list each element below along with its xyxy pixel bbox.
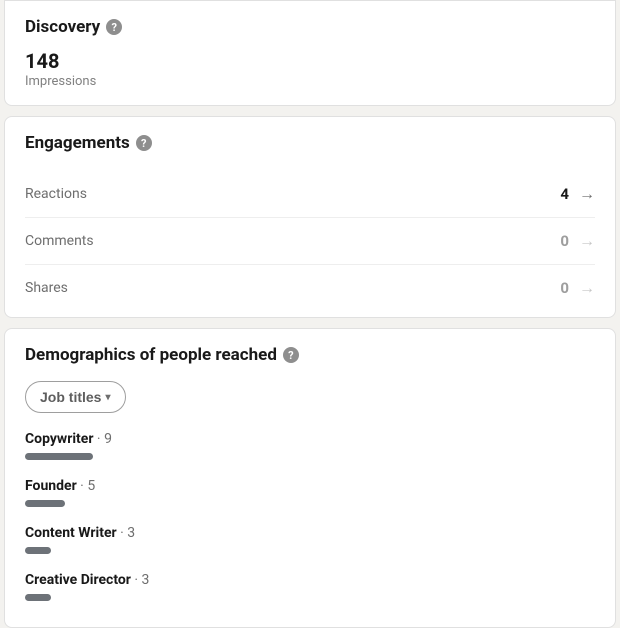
engagement-value: 4 <box>560 185 569 203</box>
demographic-count: 9 <box>104 431 112 447</box>
bar-track <box>25 594 595 601</box>
bar-fill <box>25 453 93 460</box>
demographic-label: Content Writer · 3 <box>25 525 595 541</box>
impressions-value: 148 <box>25 49 595 73</box>
help-icon[interactable]: ? <box>136 135 152 151</box>
help-icon[interactable]: ? <box>283 347 299 363</box>
engagement-value: 0 <box>560 232 569 250</box>
demographics-filter-label: Job titles <box>40 389 101 405</box>
engagement-right: 0→ <box>560 232 595 250</box>
engagements-card: Engagements ? Reactions4→Comments0→Share… <box>4 116 616 318</box>
demographic-row: Founder · 5 <box>25 478 595 507</box>
bar-fill <box>25 500 65 507</box>
demographics-title: Demographics of people reached <box>25 345 277 365</box>
demographic-label: Creative Director · 3 <box>25 572 595 588</box>
help-icon[interactable]: ? <box>106 19 122 35</box>
bar-fill <box>25 547 51 554</box>
engagements-header: Engagements ? <box>25 133 595 153</box>
engagement-value: 0 <box>560 279 569 297</box>
separator: · <box>131 572 142 588</box>
demographics-card: Demographics of people reached ? Job tit… <box>4 328 616 628</box>
demographics-filter-pill[interactable]: Job titles ▾ <box>25 381 126 413</box>
demographic-count: 3 <box>127 525 135 541</box>
engagement-label: Reactions <box>25 186 87 202</box>
discovery-metric: 148 Impressions <box>25 49 595 89</box>
demographic-row: Content Writer · 3 <box>25 525 595 554</box>
bar-track <box>25 500 595 507</box>
bar-track <box>25 453 595 460</box>
demographic-count: 3 <box>142 572 150 588</box>
demographic-count: 5 <box>87 478 95 494</box>
separator: · <box>93 431 104 447</box>
demographic-label: Copywriter · 9 <box>25 431 595 447</box>
engagement-row[interactable]: Reactions4→ <box>25 165 595 218</box>
engagement-label: Shares <box>25 280 68 296</box>
engagement-row[interactable]: Comments0→ <box>25 218 595 265</box>
engagement-label: Comments <box>25 233 94 249</box>
demographic-label: Founder · 5 <box>25 478 595 494</box>
arrow-right-icon: → <box>579 233 595 249</box>
discovery-card: Discovery ? 148 Impressions <box>4 0 616 106</box>
engagement-right: 0→ <box>560 279 595 297</box>
demographic-title: Creative Director <box>25 572 131 588</box>
arrow-right-icon: → <box>579 186 595 202</box>
demographics-header: Demographics of people reached ? <box>25 345 595 365</box>
engagements-title: Engagements <box>25 133 130 153</box>
bar-fill <box>25 594 51 601</box>
engagement-row[interactable]: Shares0→ <box>25 265 595 301</box>
separator: · <box>77 478 88 494</box>
impressions-label: Impressions <box>25 74 595 89</box>
bar-track <box>25 547 595 554</box>
demographic-title: Founder <box>25 478 77 494</box>
separator: · <box>117 525 128 541</box>
demographic-title: Content Writer <box>25 525 117 541</box>
discovery-title: Discovery <box>25 17 100 37</box>
demographic-row: Creative Director · 3 <box>25 572 595 601</box>
engagement-right: 4→ <box>560 185 595 203</box>
arrow-right-icon: → <box>579 280 595 296</box>
discovery-header: Discovery ? <box>25 17 595 37</box>
demographic-title: Copywriter <box>25 431 93 447</box>
chevron-down-icon: ▾ <box>105 392 110 403</box>
demographic-row: Copywriter · 9 <box>25 431 595 460</box>
